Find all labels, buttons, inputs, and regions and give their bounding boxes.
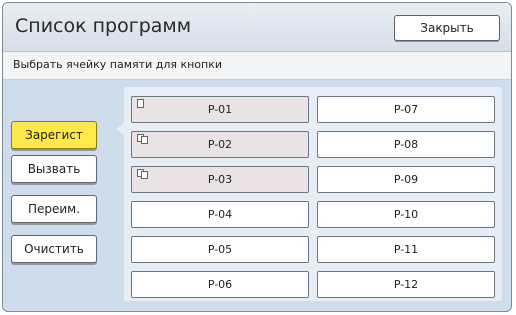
memory-cell-p11[interactable]: P-11 [317, 236, 495, 263]
memory-cell-p01[interactable]: P-01 [131, 96, 309, 123]
selection-pointer [116, 123, 124, 135]
stored-program-icon [137, 169, 148, 179]
clear-button[interactable]: Очистить [11, 235, 97, 263]
memory-cell-label: P-03 [207, 173, 233, 186]
memory-cell-p09[interactable]: P-09 [317, 166, 495, 193]
register-button[interactable]: Зарегист [11, 121, 97, 149]
memory-cell-p02[interactable]: P-02 [131, 131, 309, 158]
stored-program-icon [137, 134, 148, 144]
memory-cell-p04[interactable]: P-04 [131, 201, 309, 228]
memory-cell-p07[interactable]: P-07 [317, 96, 495, 123]
memory-cell-p08[interactable]: P-08 [317, 131, 495, 158]
memory-cell-p12[interactable]: P-12 [317, 271, 495, 298]
memory-cell-label: P-02 [207, 138, 233, 151]
rename-button[interactable]: Переим. [11, 195, 97, 223]
dialog-title: Список программ [15, 15, 192, 37]
instruction-text: Выбрать ячейку памяти для кнопки [13, 58, 223, 71]
title-bar: Список программ Закрыть [3, 3, 511, 52]
close-button[interactable]: Закрыть [394, 15, 500, 41]
memory-cell-p03[interactable]: P-03 [131, 166, 309, 193]
instruction-bar: Выбрать ячейку памяти для кнопки [3, 52, 511, 80]
memory-cell-p10[interactable]: P-10 [317, 201, 495, 228]
stored-program-icon [137, 99, 144, 108]
program-list-dialog: Список программ Закрыть Выбрать ячейку п… [2, 2, 512, 312]
recall-button[interactable]: Вызвать [11, 155, 97, 183]
memory-cell-label: P-01 [207, 103, 233, 116]
memory-cell-p06[interactable]: P-06 [131, 271, 309, 298]
memory-cell-p05[interactable]: P-05 [131, 236, 309, 263]
memory-cell-grid: P-01 P-02 P-03 P-04 P-05 P-06 P-07 P-08 … [124, 87, 502, 301]
